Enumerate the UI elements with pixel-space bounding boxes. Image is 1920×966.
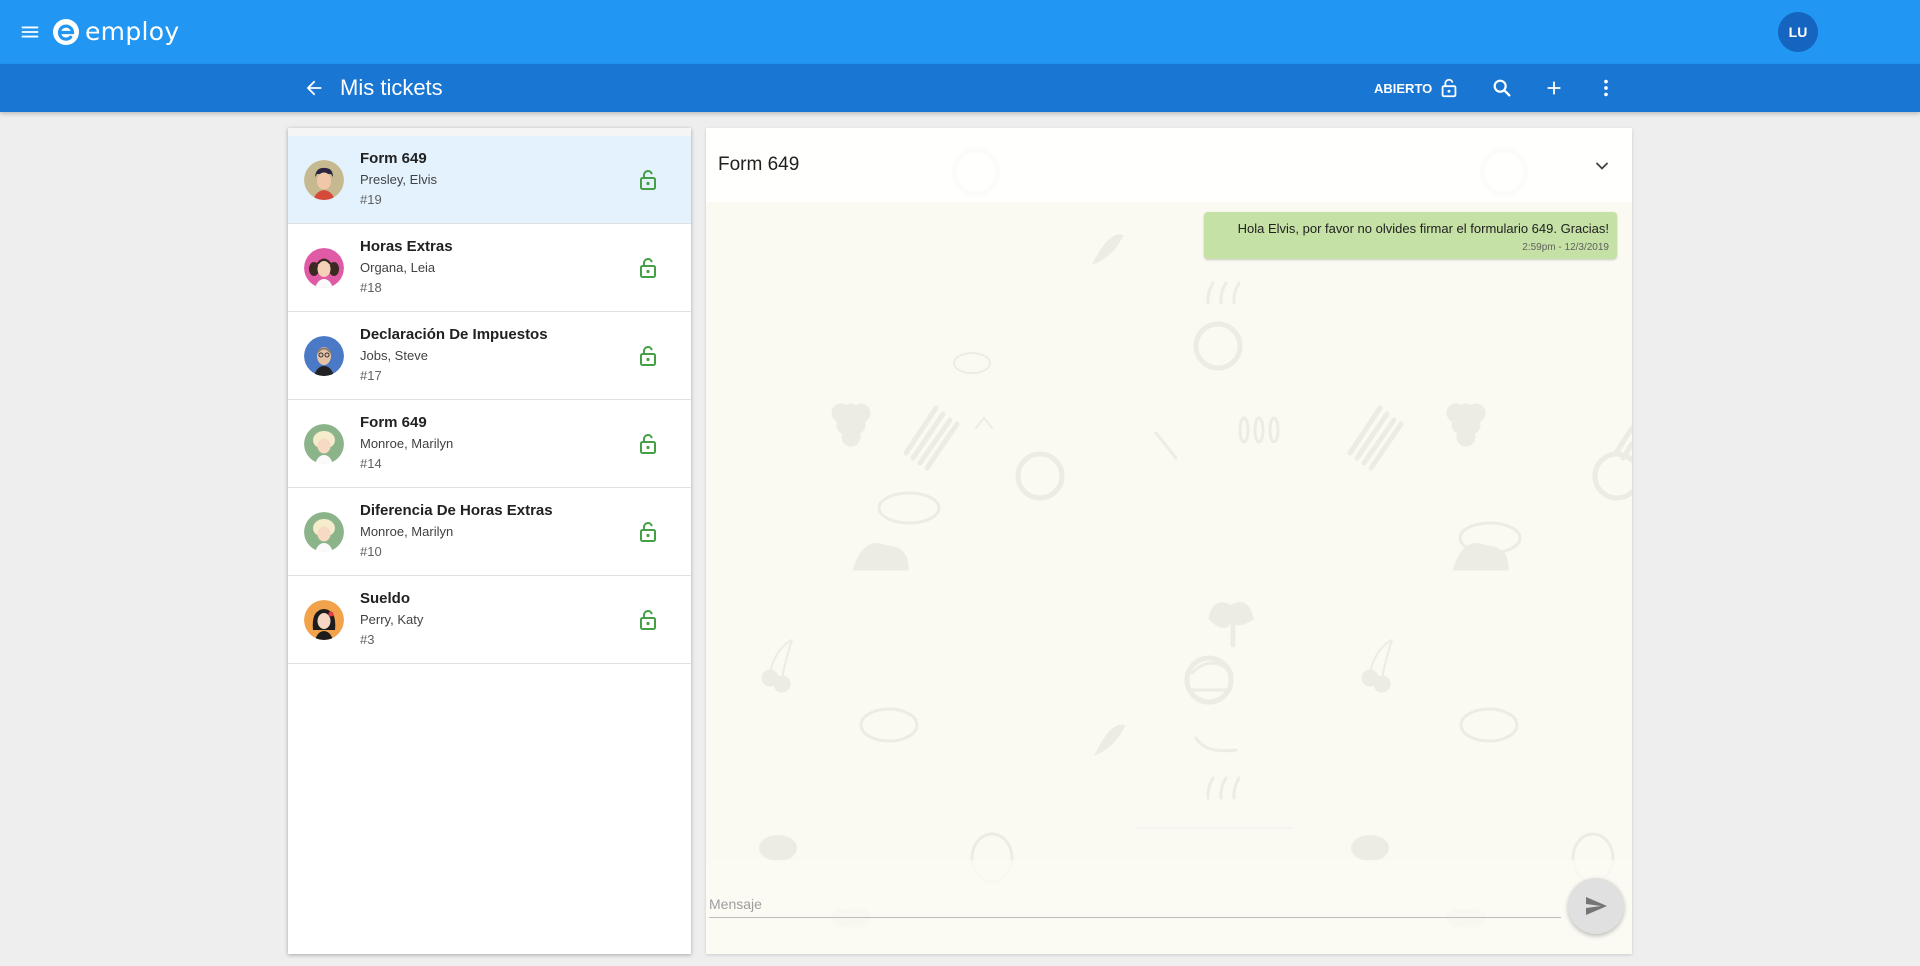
ticket-subject: Declaración De Impuestos xyxy=(360,326,548,343)
lock-open-icon xyxy=(1441,78,1457,98)
avatar xyxy=(304,248,344,288)
ticket-number: #17 xyxy=(360,368,382,383)
message-bubble: Hola Elvis, por favor no olvides firmar … xyxy=(1204,212,1617,259)
ticket-person: Organa, Leia xyxy=(360,260,436,275)
logo-mark-icon xyxy=(53,18,79,45)
lock-open-icon xyxy=(640,610,656,630)
chat-title: Form 649 xyxy=(718,154,800,175)
lock-open-icon xyxy=(640,522,656,542)
chevron-down-icon[interactable] xyxy=(1588,152,1616,180)
page-title: Mis tickets xyxy=(340,75,443,100)
ticket-subject: Horas Extras xyxy=(360,238,453,255)
ticket-number: #18 xyxy=(360,280,382,295)
message-input[interactable] xyxy=(709,890,1561,918)
status-filter-button[interactable]: ABIERTO xyxy=(1374,72,1460,104)
avatar xyxy=(304,424,344,464)
ticket-number: #19 xyxy=(360,192,382,207)
send-icon xyxy=(1586,897,1607,915)
ticket-person: Jobs, Steve xyxy=(360,348,428,363)
user-avatar[interactable]: LU xyxy=(1778,12,1818,52)
more-vert-icon[interactable] xyxy=(1590,72,1622,104)
avatar xyxy=(304,160,344,200)
ticket-person: Perry, Katy xyxy=(360,612,424,627)
message-timestamp: 2:59pm - 12/3/2019 xyxy=(1522,242,1609,253)
message-composer xyxy=(706,860,1632,954)
brand-name: employ xyxy=(85,17,180,46)
lock-open-icon xyxy=(640,170,656,190)
ticket-number: #10 xyxy=(360,544,382,559)
ticket-person: Monroe, Marilyn xyxy=(360,436,454,451)
ticket-subject: Sueldo xyxy=(360,590,411,607)
ticket-item[interactable]: Horas Extras Organa, Leia #18 xyxy=(288,224,691,312)
ticket-item[interactable]: Declaración De Impuestos Jobs, Steve #17 xyxy=(288,312,691,400)
lock-open-icon xyxy=(640,434,656,454)
ticket-list: Form 649 Presley, Elvis #19 Horas Extras… xyxy=(288,128,691,954)
status-filter-label: ABIERTO xyxy=(1374,80,1433,96)
chat-header: Form 649 xyxy=(706,128,1632,202)
add-icon[interactable] xyxy=(1538,72,1570,104)
chat-panel: Form 649 Hola Elvis, por favor no olvide… xyxy=(706,128,1632,954)
ticket-subject: Form 649 xyxy=(360,414,427,431)
menu-icon[interactable] xyxy=(12,14,48,50)
message-text: Hola Elvis, por favor no olvides firmar … xyxy=(1237,221,1609,236)
search-icon[interactable] xyxy=(1486,72,1518,104)
ticket-number: #3 xyxy=(360,632,375,647)
lock-open-icon xyxy=(640,346,656,366)
send-button[interactable] xyxy=(1568,878,1624,934)
ticket-item[interactable]: Form 649 Presley, Elvis #19 xyxy=(288,136,691,224)
lock-open-icon xyxy=(640,258,656,278)
ticket-person: Presley, Elvis xyxy=(360,172,438,187)
avatar xyxy=(304,512,344,552)
ticket-item[interactable]: Diferencia De Horas Extras Monroe, Maril… xyxy=(288,488,691,576)
app-bar: employ LU xyxy=(0,0,1920,64)
page-toolbar: Mis tickets ABIERTO xyxy=(0,64,1920,112)
avatar xyxy=(304,600,344,640)
avatar xyxy=(304,336,344,376)
app-logo[interactable]: employ xyxy=(52,17,179,46)
ticket-item[interactable]: Form 649 Monroe, Marilyn #14 xyxy=(288,400,691,488)
ticket-number: #14 xyxy=(360,456,382,471)
ticket-subject: Form 649 xyxy=(360,150,427,167)
ticket-person: Monroe, Marilyn xyxy=(360,524,454,539)
ticket-item[interactable]: Sueldo Perry, Katy #3 xyxy=(288,576,691,664)
ticket-subject: Diferencia De Horas Extras xyxy=(360,502,553,519)
back-arrow-icon[interactable] xyxy=(298,72,330,104)
